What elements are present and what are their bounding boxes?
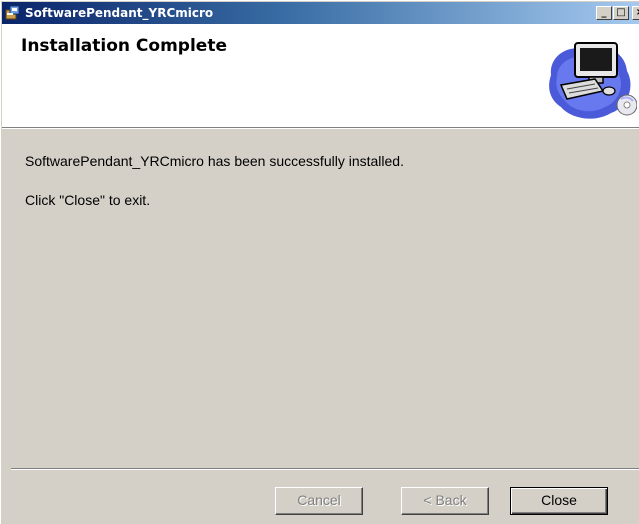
close-window-button[interactable]: × <box>632 6 639 20</box>
installer-package-icon <box>5 5 20 20</box>
success-message: SoftwarePendant_YRCmicro has been succes… <box>25 153 404 169</box>
exit-instruction: Click "Close" to exit. <box>25 192 151 208</box>
installer-window: SoftwarePendant_YRCmicro _ □ × Installat… <box>0 0 639 524</box>
cancel-button[interactable]: Cancel <box>275 487 363 515</box>
minimize-button[interactable]: _ <box>596 6 612 20</box>
maximize-button[interactable]: □ <box>613 6 629 20</box>
computer-setup-icon <box>549 42 637 119</box>
window-title: SoftwarePendant_YRCmicro <box>25 6 214 20</box>
footer-divider-highlight <box>11 469 639 470</box>
title-bar[interactable]: SoftwarePendant_YRCmicro _ □ × <box>2 2 639 24</box>
close-button[interactable]: Close <box>510 487 608 515</box>
back-button[interactable]: < Back <box>401 487 489 515</box>
page-title: Installation Complete <box>21 36 227 56</box>
header-divider <box>2 128 639 129</box>
